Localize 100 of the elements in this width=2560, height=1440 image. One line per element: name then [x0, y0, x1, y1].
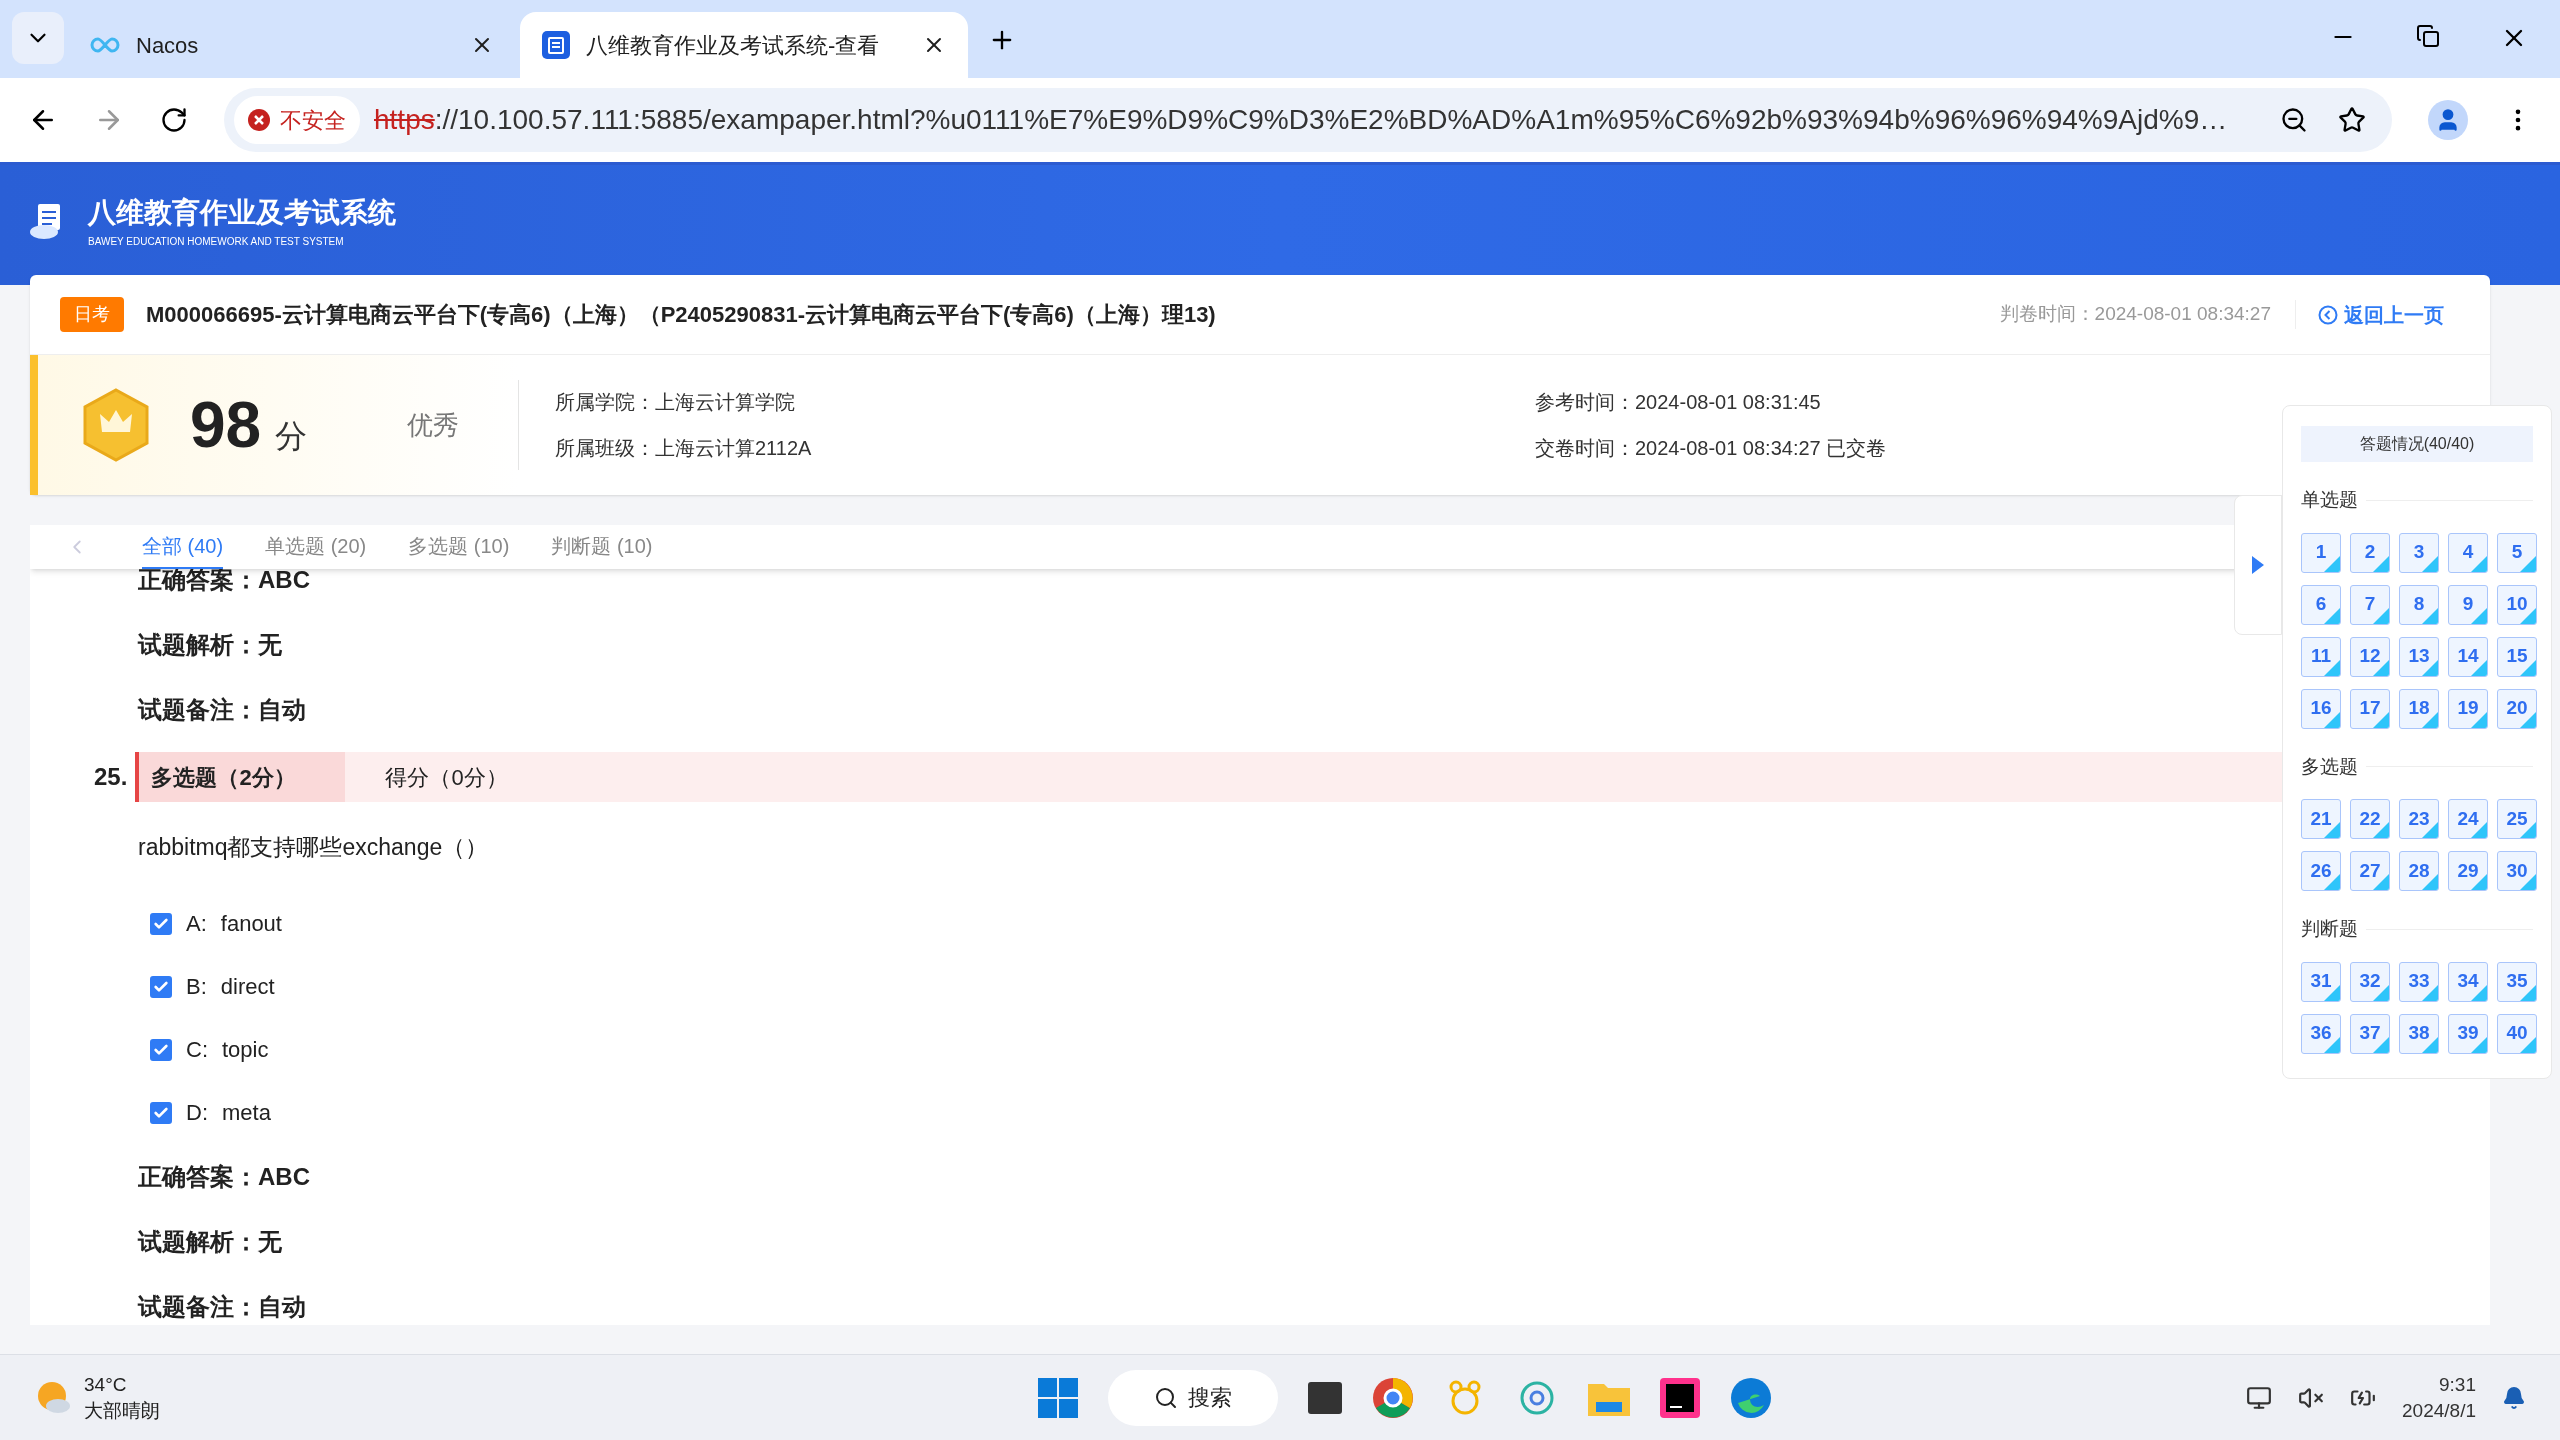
- option-label: C:: [186, 1036, 208, 1064]
- address-field[interactable]: 不安全 https://10.100.57.111:5885/exampaper.html?%u0111%E7%E9%D9%C9%D3%E2%BD%AD%A1m%95%C6%92b%93%94b%96%96%94%9Ajd%9…: [224, 88, 2392, 152]
- question-type: 多选题（2分）: [135, 752, 346, 802]
- question-number-button[interactable]: 3: [2399, 532, 2439, 573]
- exam-title: M000066695-云计算电商云平台下(专高6)（上海）（P2405290831-云计算电商云平台下(专高6)（上海）理13): [146, 301, 1216, 329]
- browser-tab[interactable]: 八维教育作业及考试系统-查看: [520, 12, 968, 78]
- question-number-button[interactable]: 12: [2350, 636, 2390, 677]
- question-number-button[interactable]: 26: [2301, 851, 2341, 891]
- question-number-button[interactable]: 16: [2301, 688, 2341, 729]
- system-name: 八维教育作业及考试系统: [88, 195, 396, 230]
- bookmark-icon[interactable]: [2338, 106, 2366, 134]
- taskbar-search[interactable]: 搜索: [1108, 1369, 1278, 1426]
- option-checkbox[interactable]: [150, 1038, 172, 1061]
- question-number-button[interactable]: 29: [2448, 851, 2488, 891]
- filter-tab[interactable]: 全部 (40): [142, 525, 224, 569]
- search-icon: [1154, 1385, 1178, 1410]
- reload-icon[interactable]: [160, 106, 188, 134]
- question-number-button[interactable]: 1: [2301, 532, 2341, 573]
- question-number-button[interactable]: 24: [2448, 799, 2488, 839]
- zoom-icon[interactable]: [2280, 106, 2308, 134]
- question-number-button[interactable]: 37: [2350, 1013, 2390, 1054]
- windows-icon[interactable]: [1038, 1377, 1078, 1418]
- info-text: 所属学院：上海云计算学院: [555, 390, 796, 415]
- browser-tab[interactable]: Nacos: [68, 12, 516, 78]
- question-number-button[interactable]: 14: [2448, 636, 2488, 677]
- corner-mark-icon: [2471, 607, 2487, 624]
- question-number-button[interactable]: 10: [2497, 584, 2537, 625]
- clock-time: 9:31: [2439, 1372, 2476, 1397]
- question-number-button[interactable]: 21: [2301, 799, 2341, 839]
- temperature: 34°C: [84, 1372, 128, 1397]
- option-checkbox[interactable]: [150, 1101, 172, 1124]
- question-number-button[interactable]: 31: [2301, 961, 2341, 1002]
- question-number-button[interactable]: 27: [2350, 851, 2390, 891]
- question-number-button[interactable]: 4: [2448, 532, 2488, 573]
- question-number-button[interactable]: 39: [2448, 1013, 2488, 1054]
- graded-time: 判卷时间：2024-08-01 08:34:27: [1999, 300, 2296, 329]
- corner-mark-icon: [2324, 607, 2340, 624]
- weather-text: 大部晴朗: [84, 1398, 160, 1423]
- question-number-button[interactable]: 22: [2350, 799, 2390, 839]
- question-number-button[interactable]: 25: [2497, 799, 2537, 839]
- browser-app-icon[interactable]: [1372, 1376, 1414, 1419]
- question-number-button[interactable]: 11: [2301, 636, 2341, 677]
- url-text: https://10.100.57.111:5885/exampaper.html?%u0111%E7%E9%D9%C9%D3%E2%BD%AD%A1m%95%C6%92b%93%94b%96%96%94%9Ajd%9…: [374, 103, 2229, 137]
- question-number-button[interactable]: 38: [2399, 1013, 2439, 1054]
- restore-icon[interactable]: [2416, 24, 2440, 48]
- option-label: B:: [186, 973, 207, 1001]
- edge-app-icon[interactable]: [1730, 1376, 1772, 1419]
- panel-toggle[interactable]: [2234, 495, 2282, 635]
- back-link[interactable]: 返回上一页: [2318, 299, 2444, 330]
- question-number-button[interactable]: 28: [2399, 851, 2439, 891]
- profile-avatar[interactable]: [2428, 100, 2468, 140]
- answer-detail: 试题备注：自动: [138, 1291, 306, 1322]
- question-number-button[interactable]: 18: [2399, 688, 2439, 729]
- option-checkbox[interactable]: [150, 912, 172, 935]
- notification-icon[interactable]: [2502, 1385, 2526, 1410]
- question-number-button[interactable]: 32: [2350, 961, 2390, 1002]
- filter-tab[interactable]: 多选题 (10): [408, 525, 510, 569]
- score-unit: 分: [275, 417, 308, 456]
- score-value: 98: [190, 388, 262, 463]
- question-number-button[interactable]: 33: [2399, 961, 2439, 1002]
- question-number-button[interactable]: 20: [2497, 688, 2537, 729]
- question-number-button[interactable]: 15: [2497, 636, 2537, 677]
- question-score: 得分（0分）: [385, 763, 508, 792]
- tab-title: Nacos: [136, 31, 200, 60]
- answer-detail: 试题备注：自动: [138, 694, 306, 725]
- question-number-button[interactable]: 35: [2497, 961, 2537, 1002]
- corner-mark-icon: [2520, 555, 2536, 572]
- corner-mark-icon: [2324, 555, 2340, 572]
- clock-date: 2024/8/1: [2402, 1398, 2476, 1423]
- security-chip[interactable]: 不安全: [234, 96, 360, 144]
- question-number-button[interactable]: 8: [2399, 584, 2439, 625]
- question-number-button[interactable]: 13: [2399, 636, 2439, 677]
- security-label: 不安全: [280, 106, 346, 135]
- task-view-icon[interactable]: [1308, 1381, 1342, 1414]
- option-label: A:: [186, 910, 207, 938]
- question-number-button[interactable]: 6: [2301, 584, 2341, 625]
- question-number-button[interactable]: 9: [2448, 584, 2488, 625]
- question-number-button[interactable]: 23: [2399, 799, 2439, 839]
- circle-left-icon: [2318, 304, 2338, 325]
- document-icon: [542, 31, 570, 59]
- ide-app-icon[interactable]: [1660, 1377, 1700, 1418]
- question-number-button[interactable]: 5: [2497, 532, 2537, 573]
- question-number-button[interactable]: 34: [2448, 961, 2488, 1002]
- question-number-button[interactable]: 36: [2301, 1013, 2341, 1054]
- display-icon[interactable]: [2246, 1384, 2273, 1411]
- question-number-button[interactable]: 7: [2350, 584, 2390, 625]
- filter-tab[interactable]: 判断题 (10): [551, 525, 653, 569]
- question-number-button[interactable]: 17: [2350, 688, 2390, 729]
- option-text: meta: [222, 1099, 271, 1127]
- question-number: 25.: [66, 752, 136, 802]
- question-number-button[interactable]: 19: [2448, 688, 2488, 729]
- grade-label: 优秀: [407, 408, 460, 442]
- question-number-button[interactable]: 2: [2350, 532, 2390, 573]
- option-checkbox[interactable]: [150, 975, 172, 998]
- option-text: topic: [222, 1036, 269, 1064]
- corner-mark-icon: [2373, 555, 2389, 572]
- answer-detail: 试题解析：无: [138, 629, 282, 660]
- question-number-button[interactable]: 30: [2497, 851, 2537, 891]
- question-number-button[interactable]: 40: [2497, 1013, 2537, 1054]
- info-text: 参考时间：2024-08-01 08:31:45: [1535, 390, 1822, 415]
